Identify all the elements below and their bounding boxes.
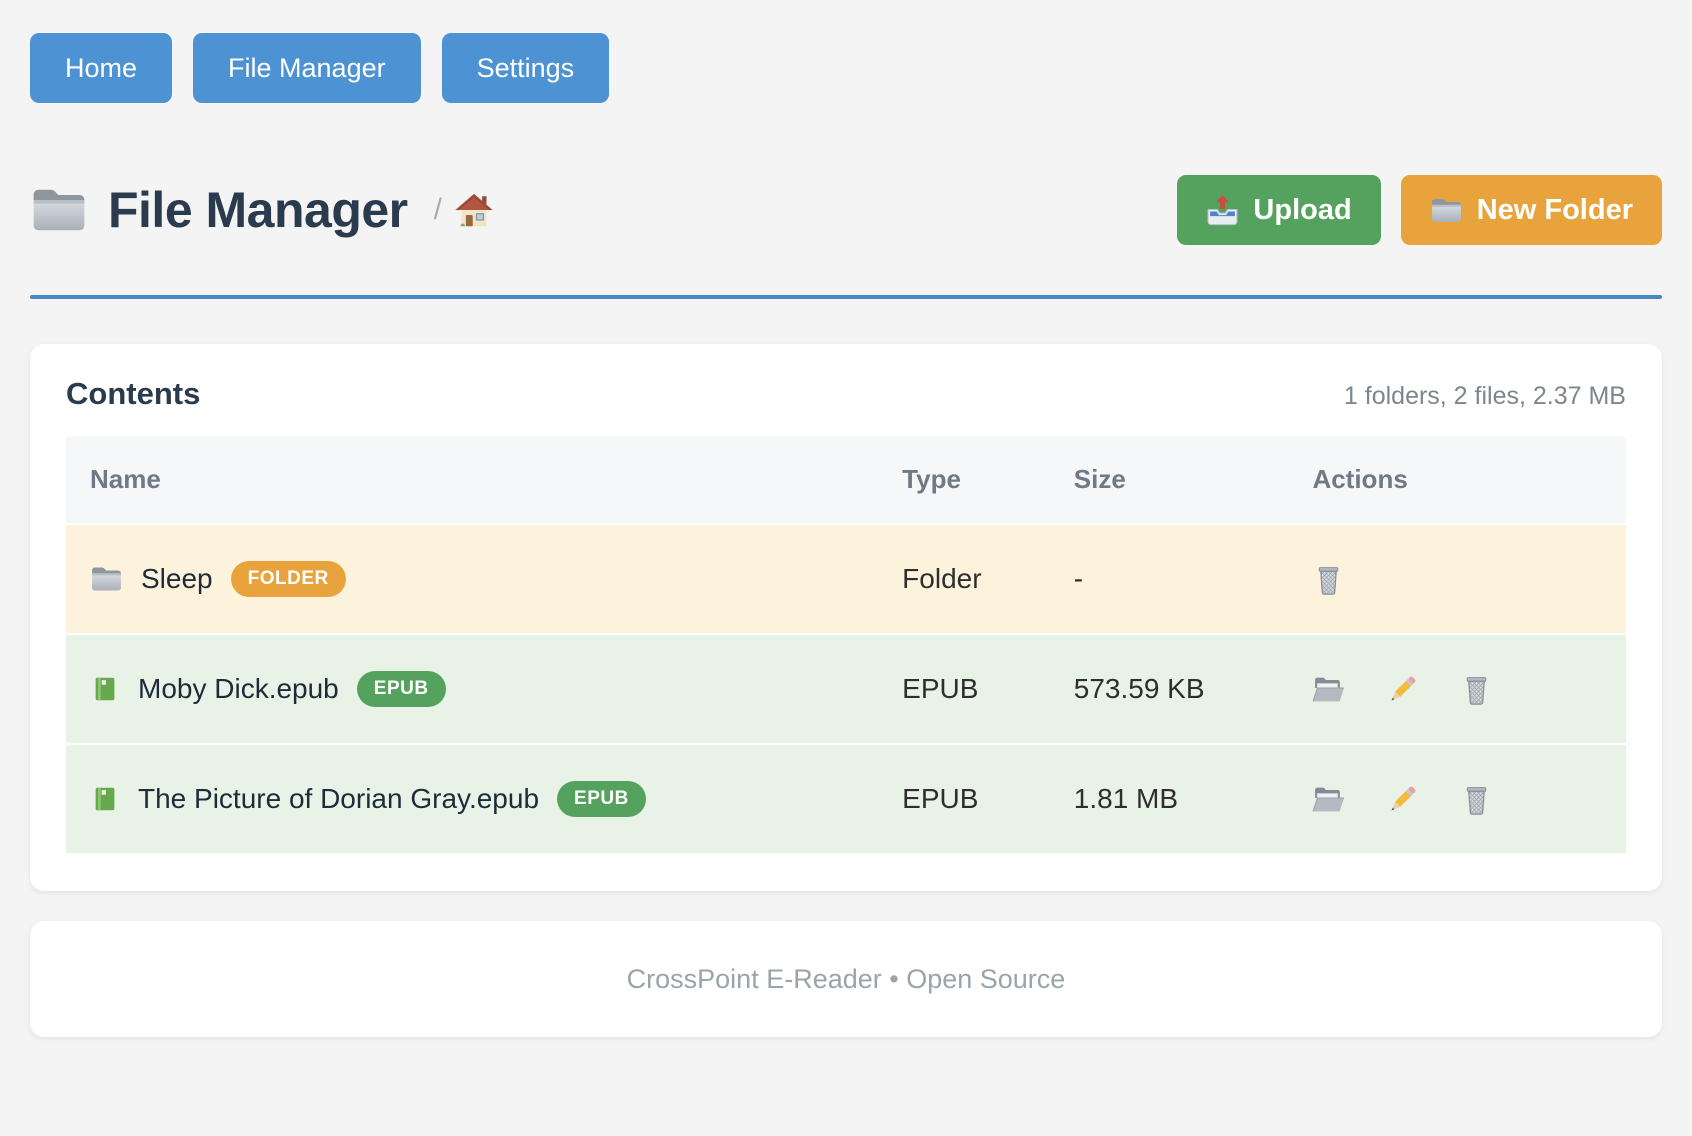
item-size: 1.81 MB xyxy=(1074,743,1313,853)
open-folder-icon xyxy=(1312,673,1345,706)
nav-button-home[interactable]: Home xyxy=(30,33,172,103)
new-folder-button[interactable]: New Folder xyxy=(1401,175,1662,245)
breadcrumb: / xyxy=(434,191,494,229)
table-row-moby-dick: Moby Dick.epub EPUB EPUB 573.59 KB xyxy=(66,633,1626,743)
files-table: Name Type Size Actions Sleep FOLDER xyxy=(66,436,1626,853)
breadcrumb-separator: / xyxy=(434,193,442,227)
top-nav: Home File Manager Settings xyxy=(30,33,1662,103)
epub-badge: EPUB xyxy=(557,781,646,817)
column-header-name: Name xyxy=(66,436,902,523)
wastebasket-icon xyxy=(1460,783,1493,816)
contents-summary: 1 folders, 2 files, 2.37 MB xyxy=(1344,382,1626,411)
nav-button-settings[interactable]: Settings xyxy=(442,33,610,103)
title-group: File Manager / xyxy=(30,181,494,239)
column-header-size: Size xyxy=(1074,436,1313,523)
wastebasket-icon xyxy=(1460,673,1493,706)
new-folder-button-label: New Folder xyxy=(1477,194,1633,227)
move-button[interactable] xyxy=(1312,783,1345,816)
upload-button-label: Upload xyxy=(1253,194,1351,227)
wastebasket-icon xyxy=(1312,563,1345,596)
column-header-actions: Actions xyxy=(1312,436,1626,523)
rename-button[interactable] xyxy=(1386,673,1419,706)
item-name[interactable]: Moby Dick.epub xyxy=(138,673,339,705)
column-header-type: Type xyxy=(902,436,1074,523)
table-row-dorian-gray: The Picture of Dorian Gray.epub EPUB EPU… xyxy=(66,743,1626,853)
open-folder-icon xyxy=(1312,783,1345,816)
page-header: File Manager / Upload New Folder xyxy=(30,175,1662,245)
nav-button-file-manager[interactable]: File Manager xyxy=(193,33,421,103)
footer-card: CrossPoint E-Reader • Open Source xyxy=(30,921,1662,1037)
delete-button[interactable] xyxy=(1460,783,1493,816)
folder-icon xyxy=(90,564,123,594)
header-actions: Upload New Folder xyxy=(1177,175,1662,245)
item-size: - xyxy=(1074,523,1313,633)
delete-button[interactable] xyxy=(1460,673,1493,706)
footer-text: CrossPoint E-Reader • Open Source xyxy=(627,964,1066,995)
rename-button[interactable] xyxy=(1386,783,1419,816)
file-manager-page: Home File Manager Settings File Manager … xyxy=(0,0,1692,1136)
item-name[interactable]: Sleep xyxy=(141,563,213,595)
pencil-icon xyxy=(1386,673,1419,706)
folder-icon xyxy=(30,185,88,235)
contents-card: Contents 1 folders, 2 files, 2.37 MB Nam… xyxy=(30,344,1662,891)
upload-button[interactable]: Upload xyxy=(1177,175,1380,245)
folder-badge: FOLDER xyxy=(231,561,346,597)
contents-card-header: Contents 1 folders, 2 files, 2.37 MB xyxy=(66,376,1626,412)
item-size: 573.59 KB xyxy=(1074,633,1313,743)
item-type: Folder xyxy=(902,523,1074,633)
home-icon[interactable] xyxy=(454,191,494,229)
title-underline xyxy=(30,295,1662,299)
pencil-icon xyxy=(1386,783,1419,816)
folder-icon xyxy=(1430,194,1463,227)
delete-button[interactable] xyxy=(1312,563,1345,596)
page-title: File Manager xyxy=(108,181,408,239)
item-type: EPUB xyxy=(902,743,1074,853)
table-header-row: Name Type Size Actions xyxy=(66,436,1626,523)
outbox-tray-icon xyxy=(1206,194,1239,227)
contents-heading: Contents xyxy=(66,376,200,412)
green-book-icon xyxy=(90,673,120,705)
item-name[interactable]: The Picture of Dorian Gray.epub xyxy=(138,783,539,815)
table-row-sleep: Sleep FOLDER Folder - xyxy=(66,523,1626,633)
item-type: EPUB xyxy=(902,633,1074,743)
epub-badge: EPUB xyxy=(357,671,446,707)
green-book-icon xyxy=(90,783,120,815)
move-button[interactable] xyxy=(1312,673,1345,706)
